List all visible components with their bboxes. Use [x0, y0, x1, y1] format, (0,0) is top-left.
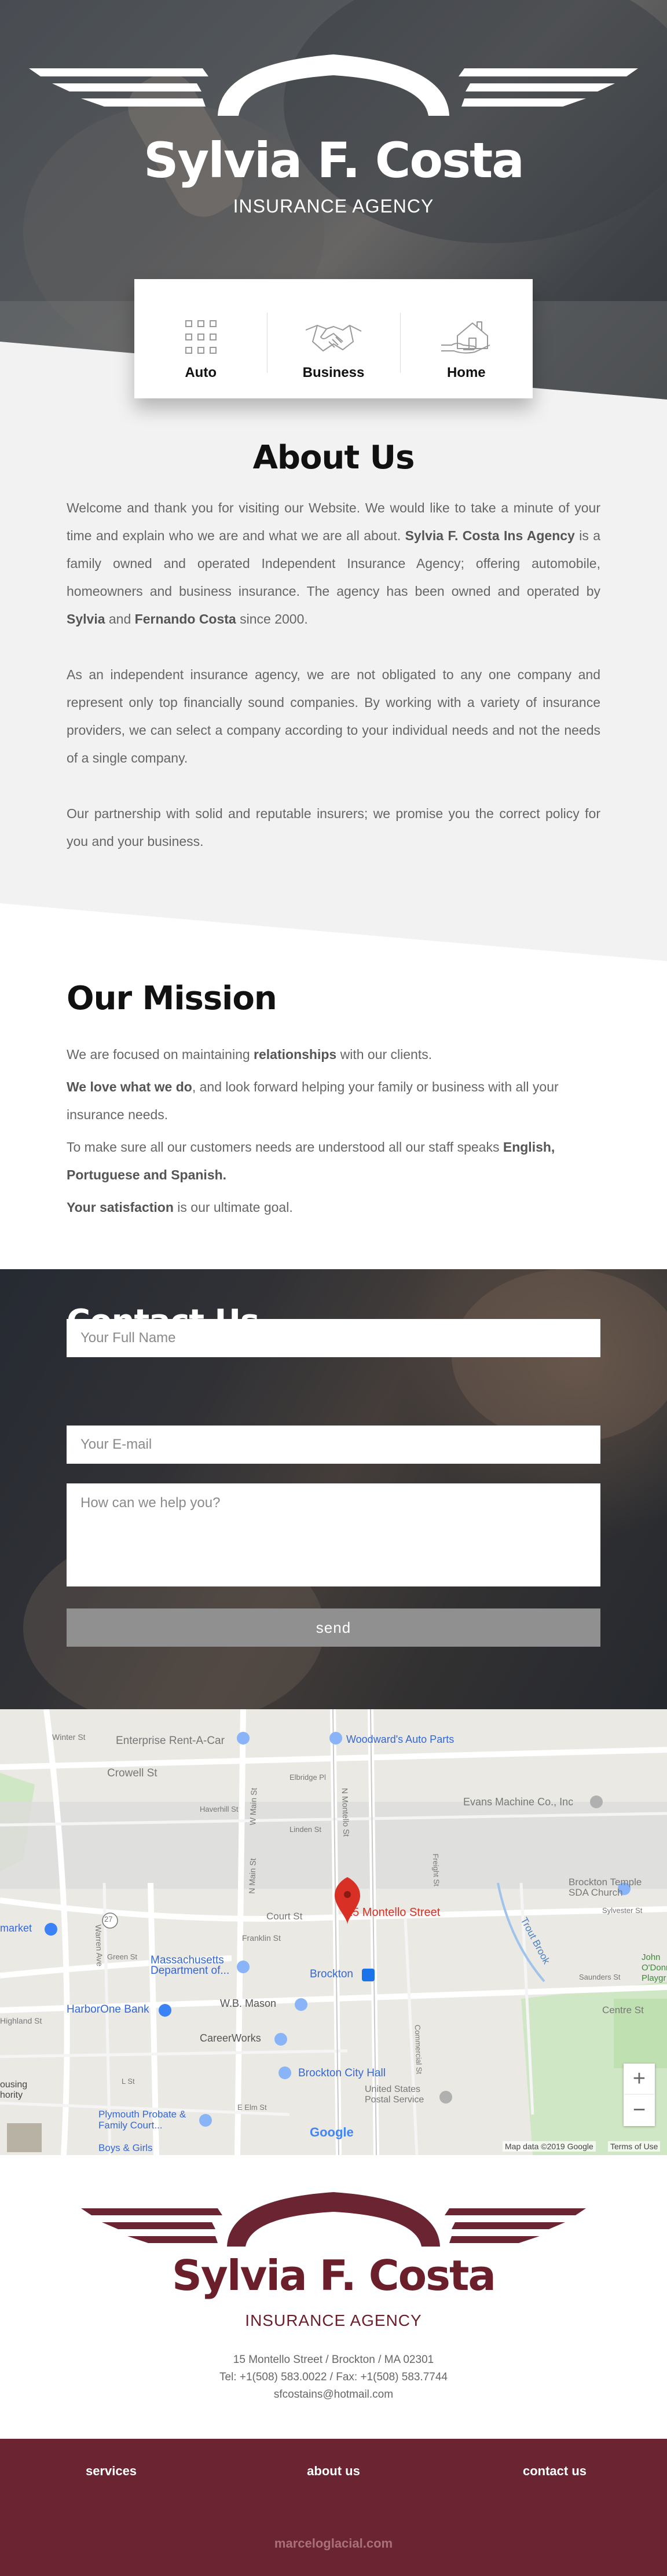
map-label-plymouth: Plymouth Probate & Family Court... — [98, 2109, 186, 2131]
map-label-woodwards: Woodward's Auto Parts — [346, 1734, 455, 1745]
footer-phone: Tel: +1(508) 583.0022 / Fax: +1(508) 583… — [219, 2371, 448, 2383]
mission-line-3: To make sure all our customers needs are… — [67, 1133, 600, 1189]
footer-nav-bar — [0, 2439, 667, 2576]
full-name-input[interactable] — [67, 1319, 600, 1357]
footer-credit[interactable]: marceloglacial.com — [0, 2536, 667, 2551]
mission-l2-bold: We love what we do — [67, 1079, 192, 1094]
map-label-market: market — [0, 1922, 32, 1934]
map-label-wmain: W Main St — [248, 1787, 259, 1826]
about-p1-and: and — [105, 611, 135, 626]
footer-address: 15 Montello Street / Brockton / MA 02301 — [233, 2354, 434, 2366]
map-label-enterprise: Enterprise Rent-A-Car — [116, 1735, 225, 1747]
map-label-nmain: N Main St — [247, 1858, 258, 1894]
map-label-mass: Massachusetts Department of... — [151, 1954, 230, 1977]
map-pin-label: 15 Montello Street — [346, 1906, 441, 1919]
brand-title: Sylvia F. Costa — [144, 132, 525, 189]
mission-title: Our Mission — [67, 980, 277, 1017]
service-home[interactable]: Home — [400, 307, 533, 381]
map-label-postal: United States Postal Service — [365, 2084, 424, 2105]
mission-line-4: Your satisfaction is our ultimate goal. — [67, 1193, 600, 1221]
brand-tagline: INSURANCE AGENCY — [233, 196, 434, 217]
about-paragraph-1: Welcome and thank you for visiting our W… — [67, 494, 600, 633]
map-label-crowell: Crowell St — [107, 1767, 157, 1779]
map-label-housing: ousing hority — [0, 2080, 28, 2100]
map-label-elst: L St — [122, 2077, 135, 2086]
mission-l1-bold: relationships — [254, 1047, 337, 1062]
map-label-evans: Evans Machine Co., Inc — [463, 1796, 574, 1808]
message-textarea[interactable] — [67, 1483, 600, 1586]
handshake-icon — [305, 325, 362, 351]
map-label-freight: Freight St — [431, 1853, 441, 1886]
map-label-boys: Boys & Girls — [98, 2142, 153, 2153]
footer-brand-tagline: INSURANCE AGENCY — [245, 2311, 422, 2329]
about-p1-since: since 2000. — [236, 611, 308, 626]
about-title: About Us — [252, 439, 415, 477]
map-label-commercial: Commercial St — [413, 2024, 424, 2075]
service-business-label: Business — [302, 365, 365, 380]
mission-l1-end: with our clients. — [336, 1047, 433, 1062]
map-label-harborone: HarborOne Bank — [67, 2003, 149, 2016]
map-terms-link[interactable]: Terms of Use — [608, 2141, 661, 2152]
footer-link-contact[interactable]: contact us — [479, 2464, 630, 2479]
service-auto-label: Auto — [185, 365, 217, 380]
mission-l4-text: is our ultimate goal. — [173, 1200, 293, 1215]
map-label-court: Court St — [266, 1911, 303, 1922]
map-label-franklin: Franklin St — [242, 1933, 281, 1943]
map-label-sylvester: Sylvester St — [602, 1906, 643, 1915]
agency-name-bold: Sylvia F. Costa Ins Agency — [405, 528, 575, 543]
mission-l4-bold: Your satisfaction — [67, 1200, 174, 1215]
footer-logo-wings-icon — [81, 2192, 586, 2247]
map-label-warren: Warren Ave — [93, 1924, 105, 1967]
footer-link-services[interactable]: services — [36, 2464, 186, 2479]
footer-email[interactable]: sfcostains@hotmail.com — [0, 2388, 667, 2401]
map-zoom-in-button[interactable]: + — [624, 2064, 655, 2095]
map-label-haverhill: Haverhill St — [200, 1805, 239, 1813]
google-logo: Google — [310, 2125, 354, 2139]
email-input[interactable] — [67, 1426, 600, 1464]
map-label-saunders: Saunders St — [579, 1973, 621, 1981]
mission-l3-text: To make sure all our customers needs are… — [67, 1139, 503, 1155]
mission-line-1: We are focused on maintaining relationsh… — [67, 1040, 600, 1068]
map-label-centre: Centre St — [602, 2005, 644, 2016]
map-label-elm: E Elm St — [237, 2103, 267, 2112]
map-label-highland: Highland St — [0, 2016, 42, 2025]
map-label-john: John O'Donr Playgr — [642, 1952, 667, 1983]
footer-brand-title: Sylvia F. Costa — [172, 2251, 496, 2300]
service-auto[interactable]: Auto — [134, 307, 267, 381]
home-icon — [441, 321, 490, 354]
auto-icon — [185, 320, 217, 354]
owner-sylvia-bold: Sylvia — [67, 611, 105, 626]
service-business[interactable]: Business — [267, 307, 400, 381]
map-label-church: Brockton Temple SDA Church — [569, 1877, 642, 1898]
map-label-careerworks: CareerWorks — [200, 2032, 261, 2044]
mission-line-2: We love what we do, and look forward hel… — [67, 1073, 600, 1128]
map-label-cityhall: Brockton City Hall — [298, 2067, 386, 2079]
map-label-winter: Winter St — [52, 1732, 86, 1742]
services-card: Auto Business Home — [134, 279, 533, 398]
logo-wings-icon — [29, 54, 638, 116]
footer-link-about[interactable]: about us — [258, 2464, 409, 2479]
send-button[interactable]: send — [67, 1608, 600, 1647]
map-label-wbmason: W.B. Mason — [220, 1998, 277, 2009]
about-paragraph-3: Our partnership with solid and reputable… — [67, 806, 600, 849]
owner-fernando-bold: Fernando Costa — [134, 611, 236, 626]
map-label-montello: N Montello St — [340, 1787, 351, 1837]
location-map[interactable]: 15 Montello Street Winter St Enterprise … — [0, 1709, 667, 2155]
about-paragraph-2: As an independent insurance agency, we a… — [67, 667, 600, 765]
map-zoom-out-button[interactable]: − — [624, 2095, 655, 2126]
service-home-label: Home — [446, 365, 486, 380]
map-label-brockton: Brockton — [310, 1968, 353, 1980]
map-label-elbridge: Elbridge Pl — [289, 1773, 326, 1782]
map-label-linden: Linden St — [289, 1825, 321, 1834]
map-label-green: Green St — [107, 1952, 138, 1961]
mission-l1-text: We are focused on maintaining — [67, 1047, 254, 1062]
map-attribution: Map data ©2019 Google — [503, 2141, 596, 2152]
map-label-route: 27 — [104, 1915, 113, 1923]
